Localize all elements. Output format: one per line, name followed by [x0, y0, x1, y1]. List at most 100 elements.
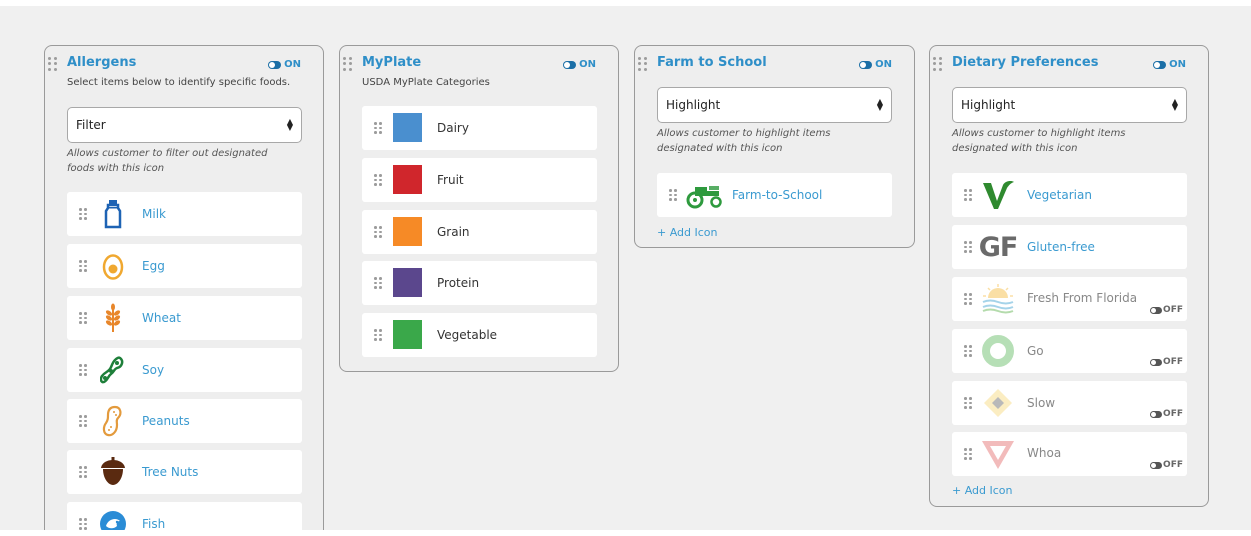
item-drag-handle[interactable] [79, 208, 87, 220]
item-drag-handle[interactable] [79, 466, 87, 478]
toggle-label: ON [284, 59, 301, 70]
help-text: Allows customer to filter out designated… [67, 148, 268, 174]
list-item[interactable]: Vegetable [362, 313, 597, 357]
panel-toggle[interactable]: ON [563, 59, 596, 70]
item-label: Tree Nuts [142, 465, 199, 479]
help-text: Allows customer to highlight items desig… [657, 128, 831, 154]
list-item[interactable]: Slow OFF [952, 381, 1187, 425]
panel-drag-handle[interactable] [638, 57, 648, 71]
item-label: Vegetarian [1027, 188, 1092, 202]
item-drag-handle[interactable] [79, 312, 87, 324]
panel-title: Dietary Preferences [952, 55, 1099, 70]
item-drag-handle[interactable] [79, 415, 87, 427]
list-item[interactable]: Soy [67, 348, 302, 392]
panel-title: Farm to School [657, 55, 767, 70]
item-toggle[interactable]: OFF [1150, 409, 1183, 419]
color-swatch [393, 320, 422, 349]
select-value: Highlight [666, 98, 721, 112]
item-label: Wheat [142, 311, 181, 325]
color-swatch [393, 113, 422, 142]
milk-bottle-icon [96, 198, 130, 230]
toggle-label: ON [875, 59, 892, 70]
item-drag-handle[interactable] [964, 345, 972, 357]
item-drag-handle[interactable] [374, 277, 382, 289]
farm-to-school-panel: Farm to School ON Highlight ▲ ▼ Allows cu… [634, 45, 915, 248]
gluten-free-gf-icon: GF [978, 231, 1019, 263]
whoa-triangle-icon [981, 438, 1015, 470]
toggle-label: OFF [1163, 357, 1183, 367]
list-item[interactable]: Go OFF [952, 329, 1187, 373]
item-drag-handle[interactable] [964, 241, 972, 253]
panel-drag-handle[interactable] [343, 57, 353, 71]
item-label: Dairy [437, 121, 469, 135]
list-item[interactable]: Fresh From Florida OFF [952, 277, 1187, 321]
panel-title: MyPlate [362, 55, 422, 70]
panel-drag-handle[interactable] [933, 57, 943, 71]
item-drag-handle[interactable] [374, 174, 382, 186]
add-icon-link[interactable]: + Add Icon [952, 484, 1013, 497]
item-label: Slow [1027, 396, 1056, 410]
list-item[interactable]: Protein [362, 261, 597, 305]
color-swatch [393, 217, 422, 246]
item-toggle[interactable]: OFF [1150, 305, 1183, 315]
item-label: Whoa [1027, 446, 1062, 460]
item-drag-handle[interactable] [79, 364, 87, 376]
panel-toggle[interactable]: ON [1153, 59, 1186, 70]
item-label: Grain [437, 225, 470, 239]
item-drag-handle[interactable] [964, 397, 972, 409]
item-drag-handle[interactable] [374, 226, 382, 238]
item-label: Gluten-free [1027, 240, 1095, 254]
item-drag-handle[interactable] [964, 448, 972, 460]
item-label: Soy [142, 363, 165, 377]
panel-toggle[interactable]: ON [268, 59, 301, 70]
toggle-switch-icon [859, 60, 873, 69]
allergens-panel: Allergens ON Select items below to ident… [44, 45, 324, 536]
panel-drag-handle[interactable] [48, 57, 58, 71]
myplate-panel: MyPlate ON USDA MyPlate Categories Dairy… [339, 45, 619, 372]
list-item[interactable]: Farm-to-School [657, 173, 892, 217]
item-drag-handle[interactable] [964, 293, 972, 305]
item-drag-handle[interactable] [374, 122, 382, 134]
list-item[interactable]: GF Gluten-free [952, 225, 1187, 269]
list-item[interactable]: Dairy [362, 106, 597, 150]
list-item[interactable]: Tree Nuts [67, 450, 302, 494]
list-item[interactable]: Vegetarian [952, 173, 1187, 217]
egg-icon [96, 250, 130, 282]
list-item[interactable]: Whoa OFF [952, 432, 1187, 476]
panel-toggle[interactable]: ON [859, 59, 892, 70]
tractor-icon [684, 179, 724, 211]
list-item[interactable]: Milk [67, 192, 302, 236]
item-label: Go [1027, 344, 1044, 358]
list-item[interactable]: Fruit [362, 158, 597, 202]
dietary-preferences-panel: Dietary Preferences ON Highlight ▲ ▼ Allo… [929, 45, 1209, 507]
select-value: Highlight [961, 98, 1016, 112]
item-drag-handle[interactable] [669, 189, 677, 201]
list-item[interactable]: Grain [362, 210, 597, 254]
item-label: Vegetable [437, 328, 498, 342]
toggle-label: ON [1169, 59, 1186, 70]
item-label: Fruit [437, 173, 464, 187]
toggle-switch-icon [563, 60, 577, 69]
item-drag-handle[interactable] [79, 518, 87, 530]
color-swatch [393, 268, 422, 297]
help-text: Allows customer to highlight items desig… [952, 128, 1126, 154]
mode-select[interactable]: Highlight ▲ ▼ [952, 87, 1187, 123]
item-toggle[interactable]: OFF [1150, 357, 1183, 367]
mode-select[interactable]: Filter ▲ ▼ [67, 107, 302, 143]
wheat-icon [96, 302, 130, 334]
toggle-label: OFF [1163, 305, 1183, 315]
add-icon-link[interactable]: + Add Icon [657, 226, 718, 239]
item-drag-handle[interactable] [964, 189, 972, 201]
top-strip [0, 0, 1251, 6]
item-toggle[interactable]: OFF [1150, 460, 1183, 470]
select-arrows-icon: ▲ ▼ [876, 97, 883, 112]
item-drag-handle[interactable] [79, 260, 87, 272]
toggle-switch-icon [1150, 410, 1163, 418]
item-label: Fresh From Florida [1027, 291, 1138, 305]
list-item[interactable]: Egg [67, 244, 302, 288]
mode-select[interactable]: Highlight ▲ ▼ [657, 87, 892, 123]
item-drag-handle[interactable] [374, 329, 382, 341]
list-item[interactable]: Wheat [67, 296, 302, 340]
list-item[interactable]: Peanuts [67, 399, 302, 443]
toggle-switch-icon [1150, 306, 1163, 314]
